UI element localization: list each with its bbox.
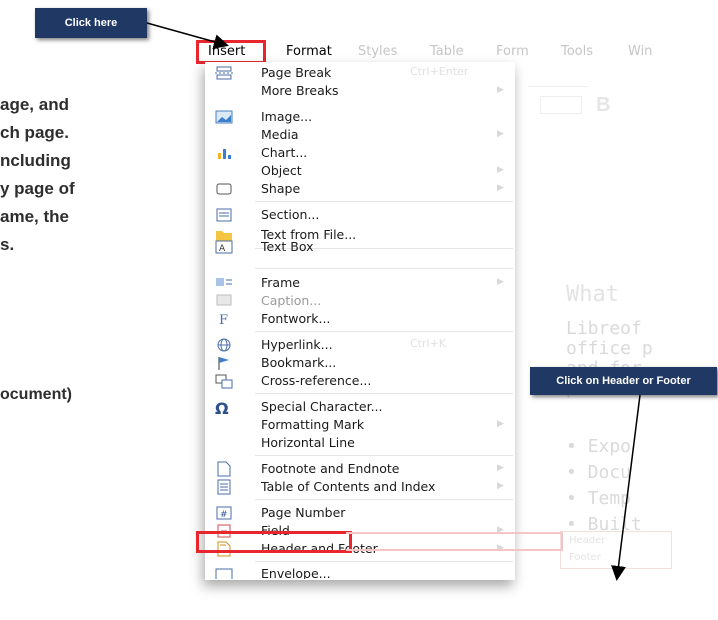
annotation-arrows <box>146 22 641 581</box>
arrow-to-header-footer <box>611 394 641 581</box>
arrow-to-insert <box>146 22 229 50</box>
